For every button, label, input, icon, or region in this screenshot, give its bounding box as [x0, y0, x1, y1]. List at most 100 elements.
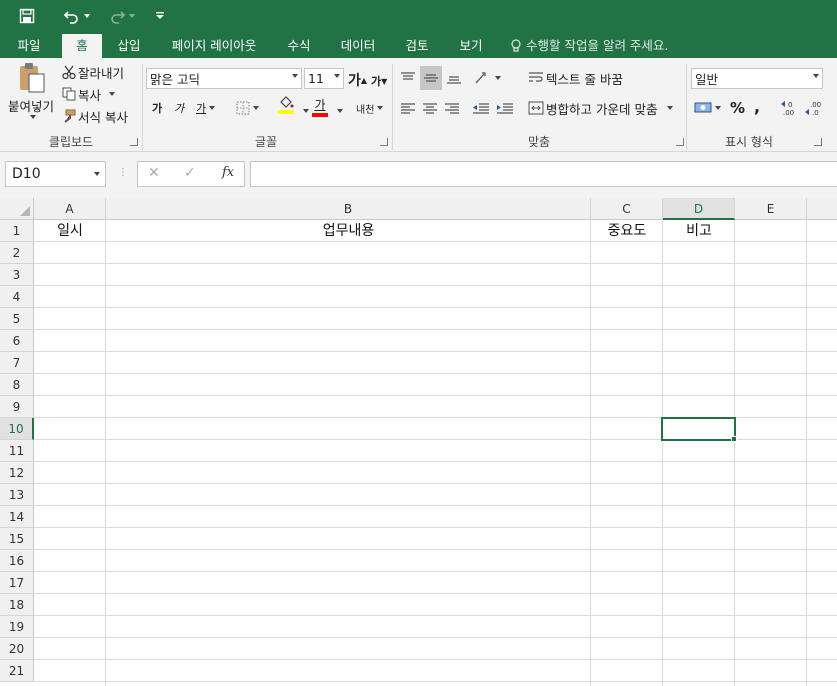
increase-font-button[interactable]: 가 ▲: [348, 70, 367, 90]
comma-button[interactable]: ,: [754, 96, 760, 116]
column-header-a[interactable]: A: [34, 198, 106, 220]
format-painter-icon: [60, 109, 78, 123]
selected-cell-d10[interactable]: [661, 417, 736, 441]
accounting-format-button[interactable]: [694, 98, 721, 118]
row-header-4[interactable]: 4: [0, 286, 34, 308]
tab-formulas[interactable]: 수식: [278, 34, 320, 58]
border-button[interactable]: [236, 98, 259, 118]
paste-button[interactable]: 붙여넣기: [6, 62, 56, 128]
font-launcher-icon[interactable]: [380, 138, 388, 146]
row-header-9[interactable]: 9: [0, 396, 34, 418]
tab-view[interactable]: 보기: [450, 34, 492, 58]
row-header-5[interactable]: 5: [0, 308, 34, 330]
worksheet-grid[interactable]: A B C D E 1 2 3 4 5 6 7 8 9 10 11 12 13 14 15 16 17 18 19 2…: [0, 198, 837, 686]
chevron-down-icon: [813, 74, 819, 78]
cancel-icon[interactable]: ✕: [148, 165, 160, 181]
cell-c1[interactable]: 중요도: [591, 220, 663, 242]
formula-bar-handle-icon: ⋮: [118, 167, 128, 178]
copy-icon: [60, 87, 78, 101]
decrease-decimal-button[interactable]: .00.0: [804, 98, 826, 118]
phonetic-button[interactable]: 내천: [356, 98, 384, 118]
orientation-button[interactable]: [474, 68, 501, 88]
column-header-c[interactable]: C: [591, 198, 663, 220]
merge-center-button[interactable]: 병합하고 가운데 맞춤: [526, 98, 674, 118]
tab-insert[interactable]: 삽입: [108, 34, 150, 58]
decrease-indent-button[interactable]: [472, 98, 490, 118]
font-name-dropdown[interactable]: 맑은 고딕: [146, 68, 302, 89]
align-middle-button[interactable]: [420, 66, 442, 90]
font-color-button[interactable]: 가: [312, 96, 328, 118]
row-header-6[interactable]: 6: [0, 330, 34, 352]
align-center-button[interactable]: [422, 98, 438, 118]
svg-text:.0: .0: [812, 109, 819, 116]
copy-button[interactable]: 복사: [60, 84, 116, 104]
column-header-e[interactable]: E: [735, 198, 807, 220]
tab-home[interactable]: 홈: [62, 34, 102, 58]
cut-button[interactable]: 잘라내기: [60, 62, 124, 82]
cell-d1[interactable]: 비고: [663, 220, 735, 242]
format-painter-button[interactable]: 서식 복사: [60, 106, 128, 126]
save-icon[interactable]: [14, 5, 40, 27]
row-header-19[interactable]: 19: [0, 616, 34, 638]
increase-indent-button[interactable]: [496, 98, 514, 118]
align-right-button[interactable]: [444, 98, 460, 118]
alignment-launcher-icon[interactable]: [676, 138, 684, 146]
tab-file[interactable]: 파일: [6, 34, 52, 58]
enter-icon[interactable]: ✓: [184, 165, 196, 181]
row-header-11[interactable]: 11: [0, 440, 34, 462]
cell-a1[interactable]: 일시: [34, 220, 106, 242]
row-header-12[interactable]: 12: [0, 462, 34, 484]
row-header-15[interactable]: 15: [0, 528, 34, 550]
undo-icon[interactable]: [58, 5, 94, 27]
tell-me-box[interactable]: 수행할 작업을 알려 주세요.: [510, 34, 668, 58]
clipboard-launcher-icon[interactable]: [130, 138, 138, 146]
align-top-button[interactable]: [400, 68, 416, 88]
tab-review[interactable]: 검토: [396, 34, 438, 58]
cell-b1[interactable]: 업무내용: [106, 220, 591, 242]
italic-button[interactable]: 가: [174, 98, 184, 118]
redo-icon[interactable]: [104, 5, 138, 27]
row-header-18[interactable]: 18: [0, 594, 34, 616]
svg-text:.00: .00: [810, 101, 821, 109]
row-header-20[interactable]: 20: [0, 638, 34, 660]
column-header-b[interactable]: B: [106, 198, 591, 220]
fill-handle[interactable]: [731, 436, 737, 442]
align-left-button[interactable]: [400, 98, 416, 118]
row-header-7[interactable]: 7: [0, 352, 34, 374]
font-size-dropdown[interactable]: 11: [304, 68, 344, 89]
increase-decimal-button[interactable]: 0.00: [780, 98, 802, 118]
wrap-text-button[interactable]: 텍스트 줄 바꿈: [526, 68, 623, 88]
row-header-14[interactable]: 14: [0, 506, 34, 528]
align-right-icon: [445, 103, 459, 114]
align-bottom-button[interactable]: [446, 68, 462, 88]
row-gridline: [34, 285, 837, 286]
row-header-21[interactable]: 21: [0, 660, 34, 682]
row-header-17[interactable]: 17: [0, 572, 34, 594]
row-gridline: [34, 461, 837, 462]
customize-quick-access-icon[interactable]: [150, 5, 170, 27]
bold-button[interactable]: 가: [152, 98, 162, 118]
decrease-font-button[interactable]: 가 ▼: [371, 72, 387, 90]
name-box[interactable]: D10: [5, 161, 106, 187]
select-all-button[interactable]: [0, 198, 34, 220]
row-header-10[interactable]: 10: [0, 418, 34, 440]
row-header-13[interactable]: 13: [0, 484, 34, 506]
fill-color-button[interactable]: [278, 96, 294, 118]
row-header-3[interactable]: 3: [0, 264, 34, 286]
percent-button[interactable]: %: [730, 98, 745, 118]
insert-function-icon[interactable]: fx: [222, 165, 234, 180]
row-header-2[interactable]: 2: [0, 242, 34, 264]
formula-buttons: ✕ ✓ fx: [137, 161, 245, 187]
column-header-f[interactable]: [807, 198, 837, 220]
row-header-1[interactable]: 1: [0, 220, 34, 242]
formula-input[interactable]: [250, 161, 837, 187]
column-header-d[interactable]: D: [663, 198, 735, 220]
number-format-dropdown[interactable]: 일반: [691, 68, 823, 89]
row-header-16[interactable]: 16: [0, 550, 34, 572]
tab-data[interactable]: 데이터: [332, 34, 384, 58]
row-header-8[interactable]: 8: [0, 374, 34, 396]
tab-page-layout[interactable]: 페이지 레이아웃: [162, 34, 266, 58]
row-gridline: [34, 395, 837, 396]
number-launcher-icon[interactable]: [814, 138, 822, 146]
underline-button[interactable]: 가: [196, 98, 216, 118]
